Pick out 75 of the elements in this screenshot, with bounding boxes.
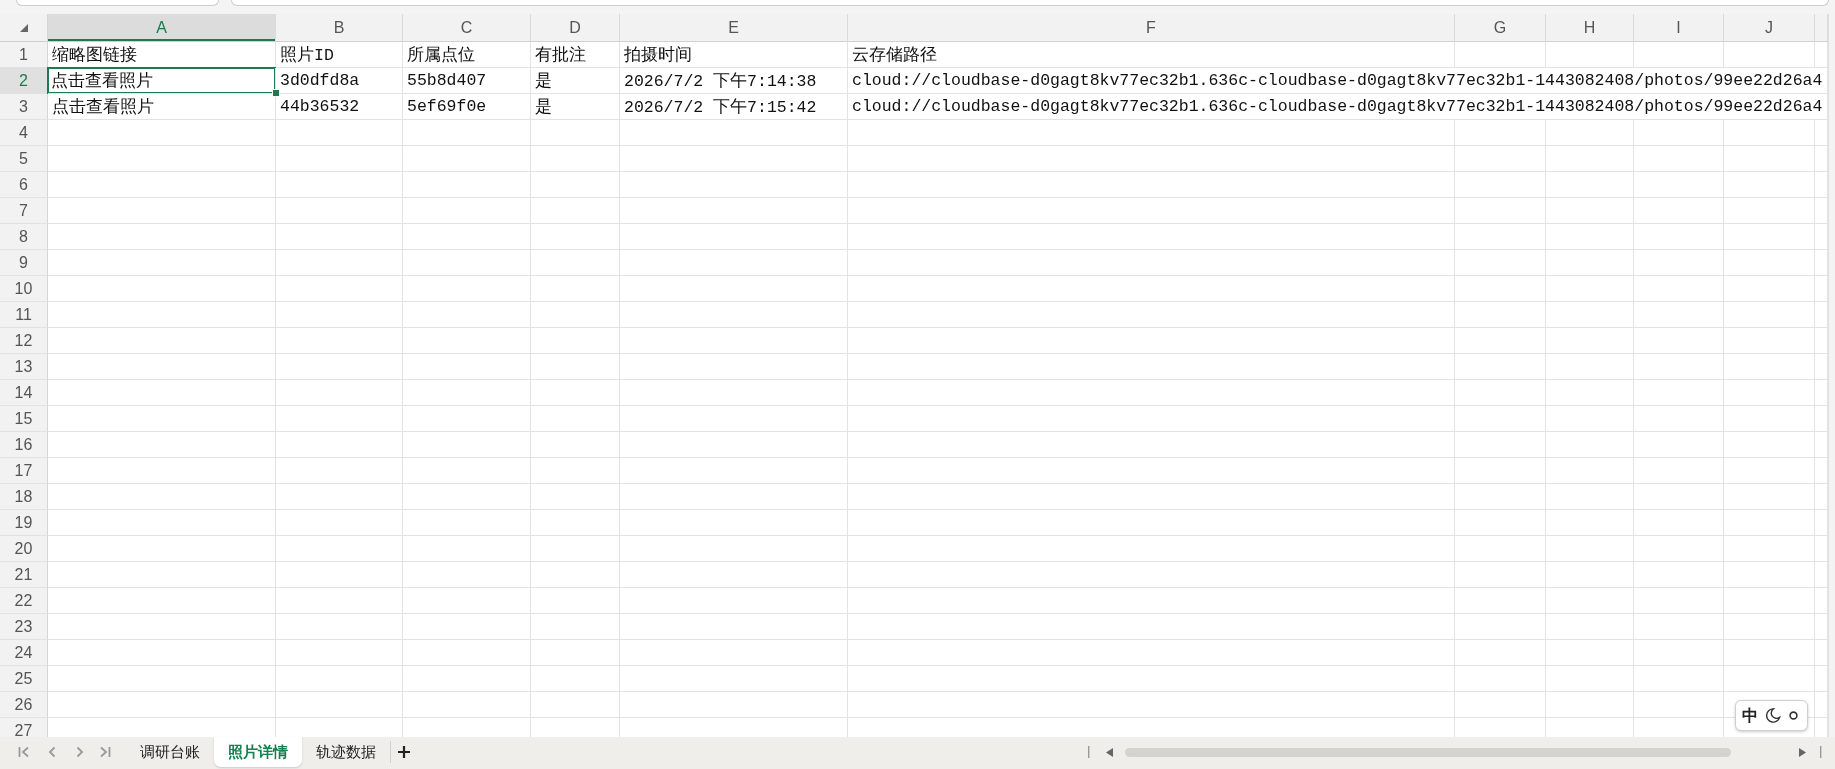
table-cell-text: 点击查看照片 xyxy=(51,96,155,119)
table-cell-text: 是 xyxy=(534,70,553,93)
row-header[interactable]: 4 xyxy=(0,120,48,146)
last-sheet-icon[interactable] xyxy=(99,746,111,758)
triangle-right-icon[interactable] xyxy=(1799,747,1806,757)
input-mode-toggle[interactable]: 中 xyxy=(1742,707,1758,724)
name-box[interactable] xyxy=(16,0,219,6)
select-all-triangle-icon[interactable] xyxy=(19,23,28,32)
row-header[interactable]: 1 xyxy=(0,42,48,68)
row-header[interactable]: 23 xyxy=(0,614,48,640)
row-header[interactable]: 18 xyxy=(0,484,48,510)
table-cell-text: 5ef69f0e xyxy=(406,96,488,118)
plus-icon[interactable] xyxy=(397,745,411,759)
column-header[interactable]: B xyxy=(276,14,403,42)
column-header[interactable]: G xyxy=(1455,14,1546,42)
table-cell-text: 照片ID xyxy=(279,44,335,67)
sheet-tab[interactable]: 调研台账 xyxy=(126,737,214,767)
row-header[interactable]: 27 xyxy=(0,718,48,737)
column-header[interactable]: F xyxy=(848,14,1455,42)
row-header[interactable]: 12 xyxy=(0,328,48,354)
row-header[interactable]: 14 xyxy=(0,380,48,406)
formula-bar[interactable] xyxy=(231,0,1829,6)
table-cell-text: 所属点位 xyxy=(406,44,476,67)
table-cell-text: 云存储路径 xyxy=(851,44,938,67)
sheet-tab[interactable]: 照片详情 xyxy=(214,737,302,767)
column-header[interactable]: A xyxy=(48,14,276,42)
table-cell-text: 2026/7/2 下午7:14:38 xyxy=(623,70,818,93)
column-header[interactable]: D xyxy=(531,14,620,42)
column-header[interactable]: E xyxy=(620,14,848,42)
row-header[interactable]: 2 xyxy=(0,68,48,94)
row-header[interactable]: 20 xyxy=(0,536,48,562)
table-cell-text: cloud://cloudbase-d0gagt8kv77ec32b1.636c-cloudbase-d0gagt8kv77ec32b1-1443082408/photos/99ee22d26a4 xyxy=(851,70,1824,92)
row-header[interactable]: 17 xyxy=(0,458,48,484)
scrollbar-thumb[interactable] xyxy=(1125,747,1731,757)
table-cell-text: 拍摄时间 xyxy=(623,44,693,67)
row-header[interactable]: 21 xyxy=(0,562,48,588)
table-cell-text: 2026/7/2 下午7:15:42 xyxy=(623,96,818,119)
chevron-left-icon[interactable] xyxy=(48,746,56,758)
row-header[interactable]: 22 xyxy=(0,588,48,614)
table-cell-text: cloud://cloudbase-d0gagt8kv77ec32b1.636c-cloudbase-d0gagt8kv77ec32b1-1443082408/photos/99ee22d26a4 xyxy=(851,96,1824,118)
fill-handle[interactable] xyxy=(272,89,280,97)
table-cell-text: 有批注 xyxy=(534,44,587,67)
table-cell-text: 3d0dfd8a xyxy=(279,70,361,92)
table-cell-text: 44b36532 xyxy=(279,96,361,118)
first-sheet-icon[interactable] xyxy=(18,746,30,758)
column-header[interactable] xyxy=(1815,14,1828,42)
chevron-right-icon[interactable] xyxy=(76,746,84,758)
table-cell-text: 缩略图链接 xyxy=(51,44,138,67)
triangle-left-icon[interactable] xyxy=(1106,747,1113,757)
column-header[interactable]: I xyxy=(1634,14,1724,42)
column-header[interactable]: C xyxy=(403,14,531,42)
circle-icon[interactable] xyxy=(1789,711,1798,720)
row-header[interactable]: 25 xyxy=(0,666,48,692)
row-header[interactable]: 15 xyxy=(0,406,48,432)
crescent-moon-icon[interactable] xyxy=(1764,707,1781,724)
row-header[interactable]: 8 xyxy=(0,224,48,250)
row-header[interactable]: 11 xyxy=(0,302,48,328)
table-cell-text: 55b8d407 xyxy=(406,70,488,92)
row-header[interactable]: 26 xyxy=(0,692,48,718)
row-header[interactable]: 5 xyxy=(0,146,48,172)
row-header[interactable]: 24 xyxy=(0,640,48,666)
sheet-tab[interactable]: 轨迹数据 xyxy=(302,737,390,767)
vertical-scrollbar[interactable] xyxy=(1828,14,1835,737)
column-header[interactable]: H xyxy=(1546,14,1634,42)
table-cell-text: 是 xyxy=(534,96,553,119)
row-header[interactable]: 3 xyxy=(0,94,48,120)
row-header[interactable]: 13 xyxy=(0,354,48,380)
row-header[interactable]: 7 xyxy=(0,198,48,224)
selected-cell[interactable]: 点击查看照片 xyxy=(47,67,276,94)
row-header[interactable]: 6 xyxy=(0,172,48,198)
row-header[interactable]: 19 xyxy=(0,510,48,536)
row-header[interactable]: 16 xyxy=(0,432,48,458)
row-header[interactable]: 9 xyxy=(0,250,48,276)
row-header[interactable]: 10 xyxy=(0,276,48,302)
column-header[interactable]: J xyxy=(1724,14,1815,42)
